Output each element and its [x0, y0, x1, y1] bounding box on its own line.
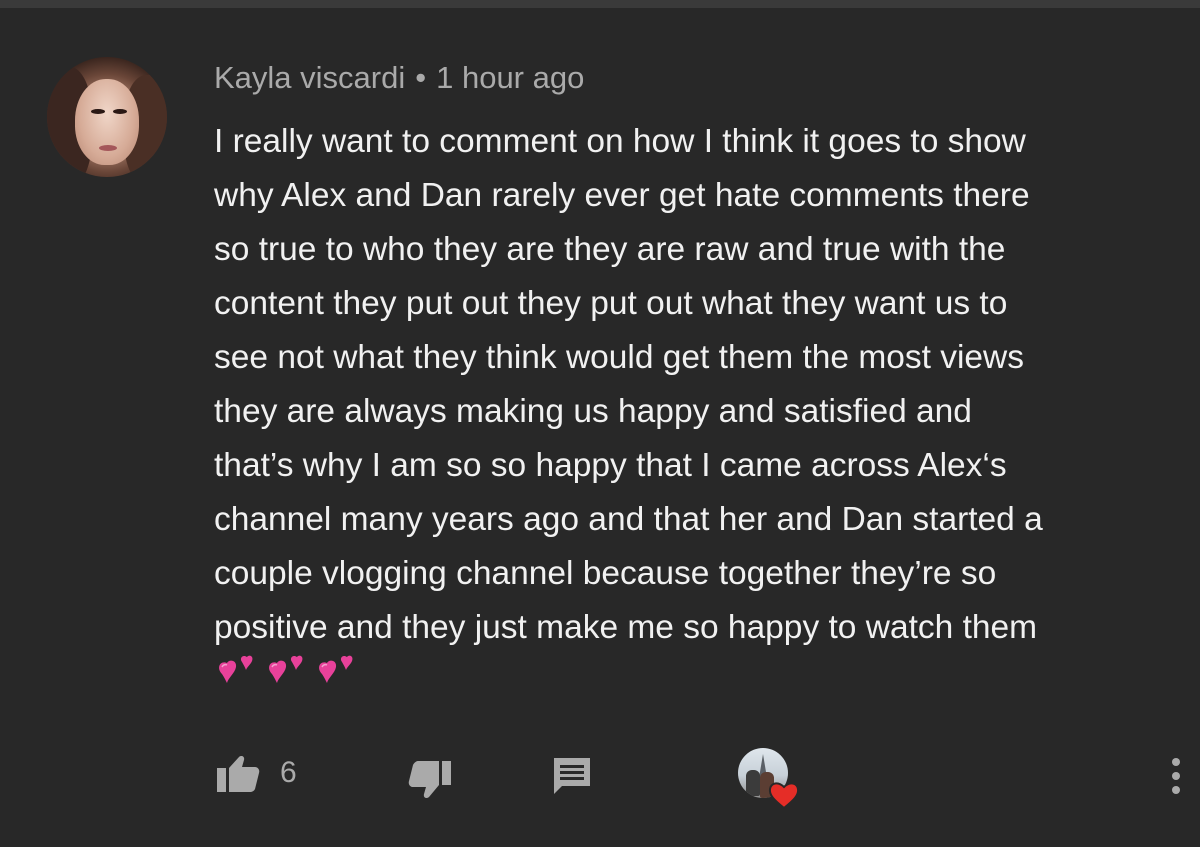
author-avatar[interactable]: [47, 57, 167, 177]
dislike-button[interactable]: [404, 756, 456, 804]
comment-header: Kayla viscardi • 1 hour ago: [214, 60, 584, 96]
author-name[interactable]: Kayla viscardi: [214, 60, 405, 95]
two-hearts-icon: [269, 655, 303, 683]
avatar-face: [75, 79, 139, 165]
creator-avatar-person: [746, 770, 760, 796]
avatar-eye-left: [91, 109, 105, 114]
comment-line: channel many years ago and that her and …: [214, 501, 1043, 538]
avatar-lips: [99, 145, 117, 151]
thumbs-up-icon: [217, 756, 260, 792]
thumbs-down-icon: [408, 761, 451, 798]
creator-heart[interactable]: [738, 748, 802, 812]
avatar-eye-right: [113, 109, 127, 114]
comment-line: that’s why I am so so happy that I came …: [214, 447, 1007, 484]
comment-text: I really want to comment on how I think …: [214, 115, 1174, 655]
like-button[interactable]: [212, 752, 264, 796]
comment-line: positive and they just make me so happy …: [214, 609, 1038, 646]
comment-line: content they put out they put out what t…: [214, 285, 1008, 322]
comment-line: they are always making us happy and sati…: [214, 393, 972, 430]
comment-line: I really want to comment on how I think …: [214, 123, 1026, 160]
red-heart-icon: [768, 782, 800, 810]
reply-button[interactable]: [548, 752, 596, 800]
top-divider: [0, 0, 1200, 8]
comment-line: so true to who they are they are raw and…: [214, 231, 1006, 268]
emoji-row: [214, 652, 362, 702]
more-options-button[interactable]: [1166, 754, 1186, 798]
like-count: 6: [280, 756, 297, 789]
comment-timestamp[interactable]: 1 hour ago: [436, 60, 584, 95]
comment-line: why Alex and Dan rarely ever get hate co…: [214, 177, 1030, 214]
reply-icon: [554, 758, 590, 794]
more-vert-icon: [1172, 758, 1180, 794]
two-hearts-icon: [219, 655, 253, 683]
two-hearts-icon: [319, 655, 353, 683]
meta-separator: •: [415, 60, 427, 95]
comment-line: see not what they think would get them t…: [214, 339, 1025, 376]
comment-line: couple vlogging channel because together…: [214, 555, 997, 592]
